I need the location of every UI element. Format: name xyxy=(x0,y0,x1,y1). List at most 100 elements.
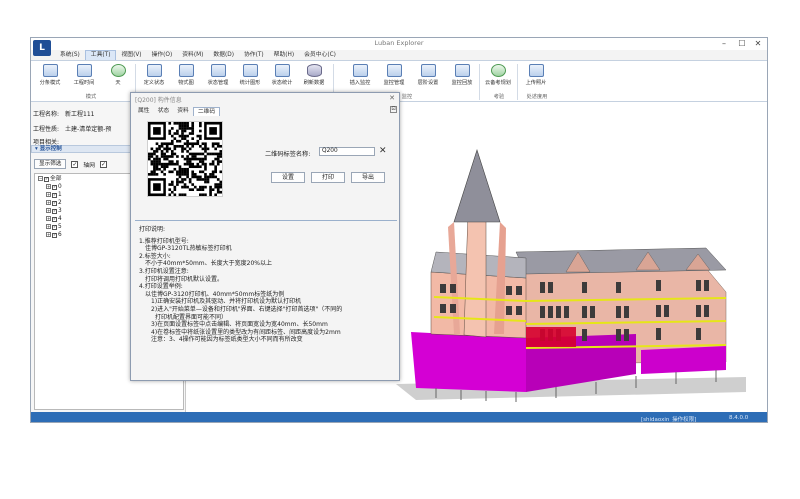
tree-node-floor[interactable]: + ✓6 xyxy=(46,232,62,239)
menu-operation[interactable]: 操作(O) xyxy=(147,50,178,60)
print-button[interactable]: 打印 xyxy=(311,172,345,183)
expand-toggle-icon[interactable]: + xyxy=(46,224,51,229)
playback-icon xyxy=(454,64,470,77)
tree-node-floor[interactable]: + ✓5 xyxy=(46,224,62,231)
filter-button[interactable]: 显示筛选 xyxy=(34,159,67,169)
ribbon-button-monitor-playback[interactable]: 监控回放 xyxy=(447,64,477,86)
ribbon-separator xyxy=(517,64,518,100)
ribbon-label: 定义状态 xyxy=(143,80,165,86)
tree-root-label: 全部 xyxy=(50,176,62,182)
tree-node-label: 0 xyxy=(58,184,62,190)
expand-toggle-icon[interactable]: + xyxy=(46,200,51,205)
tree-node-label: 4 xyxy=(58,216,62,222)
tree-checkbox[interactable]: ✓ xyxy=(52,225,57,230)
tab-properties[interactable]: 属性 xyxy=(134,107,154,116)
maximize-button[interactable]: ☐ xyxy=(735,38,749,50)
ribbon-button-insert-monitor[interactable]: 插入监控 xyxy=(345,64,375,86)
ribbon-button-level-settings[interactable]: 层阶设置 xyxy=(413,64,443,86)
ribbon-button-stat-graph[interactable]: 统计图形 xyxy=(235,64,265,86)
menu-materials[interactable]: 资料(M) xyxy=(177,50,208,60)
display-control-title: 显示控制 xyxy=(39,146,62,152)
tree-node-label: 1 xyxy=(58,192,62,198)
expand-toggle-icon[interactable]: + xyxy=(46,184,51,189)
ribbon-button-define-status[interactable]: 定义状态 xyxy=(139,64,169,86)
ribbon-label: 监控管理 xyxy=(383,80,405,86)
tree-checkbox[interactable]: ✓ xyxy=(52,233,57,238)
menu-collab[interactable]: 协作(T) xyxy=(239,50,269,60)
tab-status[interactable]: 状态 xyxy=(154,107,174,116)
ribbon-label: 工程时间 xyxy=(73,80,95,86)
tree-checkbox[interactable]: ✓ xyxy=(52,193,57,198)
tree-checkbox[interactable]: ✓ xyxy=(52,185,57,190)
ribbon-button-cloud-plan[interactable]: 云备考规划 xyxy=(483,64,513,86)
tree-checkbox[interactable]: ✓ xyxy=(52,209,57,214)
ribbon-button-status-manage[interactable]: 状态管理 xyxy=(203,64,233,86)
instruction-line: 2)进入"开始菜单—设备和打印机"界面、右键选择"打印首选项"（不同的 xyxy=(151,305,343,313)
project-name-value: 新工程111 xyxy=(65,111,95,118)
expand-toggle-icon[interactable]: + xyxy=(46,232,51,237)
expand-toggle-icon[interactable]: + xyxy=(46,216,51,221)
tree-node-label: 6 xyxy=(58,232,62,238)
ribbon-label: 云备考规划 xyxy=(485,80,511,86)
extra-checkbox[interactable]: ✓ xyxy=(100,160,107,168)
ribbon-button-upload-photo[interactable]: 上传照片 xyxy=(521,64,551,86)
tree-checkbox[interactable]: ✓ xyxy=(52,217,57,222)
tree-node-floor[interactable]: + ✓1 xyxy=(46,192,62,199)
ribbon-button-refresh-data[interactable]: 刷新数据 xyxy=(299,64,329,86)
tree-node-floor[interactable]: + ✓3 xyxy=(46,208,62,215)
menu-member-center[interactable]: 会员中心(C) xyxy=(299,50,341,60)
expand-toggle-icon[interactable]: + xyxy=(46,192,51,197)
ribbon-separator xyxy=(479,64,480,100)
instructions-heading: 打印说明: xyxy=(139,226,166,233)
tree-checkbox[interactable]: ✓ xyxy=(44,177,49,182)
tree-node-root[interactable]: − ✓全部 xyxy=(38,176,62,183)
ribbon-label: 分条模式 xyxy=(39,80,61,86)
ribbon-label: 层阶设置 xyxy=(417,80,439,86)
ribbon-label: 刷新数据 xyxy=(303,80,325,86)
ribbon-label: 上传照片 xyxy=(525,80,547,86)
ribbon-button-day[interactable]: 天 xyxy=(103,64,133,86)
dialog-title: [Q200] 构件信息 xyxy=(135,97,182,104)
menu-system[interactable]: 系统(S) xyxy=(55,50,85,60)
instruction-line: 打印机配置界面可能不同） xyxy=(155,313,228,321)
close-button[interactable]: ✕ xyxy=(751,38,765,50)
menu-help[interactable]: 帮助(H) xyxy=(269,50,299,60)
collapse-toggle-icon[interactable]: − xyxy=(38,176,43,181)
qr-label-input[interactable]: Q200 xyxy=(319,147,375,156)
ribbon-button-style-view[interactable]: 物式图 xyxy=(171,64,201,86)
export-button[interactable]: 导出 xyxy=(351,172,385,183)
status-manage-icon xyxy=(210,64,226,77)
tab-qrcode[interactable]: 二维码 xyxy=(192,107,221,116)
ribbon-label: 物式图 xyxy=(178,80,194,86)
menu-view[interactable]: 视图(V) xyxy=(116,50,146,60)
tree-checkbox[interactable]: ✓ xyxy=(52,201,57,206)
menu-tools[interactable]: 工具(T) xyxy=(84,50,117,60)
settings-button[interactable]: 设置 xyxy=(271,172,305,183)
ribbon-button-monitor-manage[interactable]: 监控管理 xyxy=(379,64,409,86)
dialog-close-button[interactable]: ✕ xyxy=(389,94,395,102)
axis-label: 轴网 xyxy=(83,162,95,169)
ribbon-button-project-time[interactable]: 工程时间 xyxy=(69,64,99,86)
tree-node-floor[interactable]: + ✓0 xyxy=(46,184,62,191)
ribbon-button-status-stats[interactable]: 状态统计 xyxy=(267,64,297,86)
camera-icon xyxy=(352,64,368,77)
ribbon-label: 监控回放 xyxy=(451,80,473,86)
axis-checkbox[interactable]: ✓ xyxy=(71,160,79,168)
instruction-line: 1)正确安装打印机及其驱动、并将打印机设为默认打印机 xyxy=(151,298,302,306)
pin-icon[interactable]: ⊡ xyxy=(390,106,397,113)
clear-icon[interactable]: ✕ xyxy=(379,146,387,156)
menu-data[interactable]: 数据(D) xyxy=(208,50,239,60)
magenta-base-right xyxy=(641,346,726,374)
qr-label-name: 二维码标签名称: xyxy=(265,151,311,158)
tower-spire xyxy=(453,149,501,223)
minimize-button[interactable]: – xyxy=(717,38,731,50)
tree-node-floor[interactable]: + ✓2 xyxy=(46,200,62,207)
tree-node-floor[interactable]: + ✓4 xyxy=(46,216,62,223)
ribbon-button-split-mode[interactable]: 分条模式 xyxy=(35,64,65,86)
magenta-base-left xyxy=(411,332,526,392)
project-name-label: 工程名称: xyxy=(33,111,60,118)
dialog-divider xyxy=(135,220,397,221)
tab-materials[interactable]: 资料 xyxy=(173,107,193,116)
app-logo: L xyxy=(33,40,51,56)
expand-toggle-icon[interactable]: + xyxy=(46,208,51,213)
